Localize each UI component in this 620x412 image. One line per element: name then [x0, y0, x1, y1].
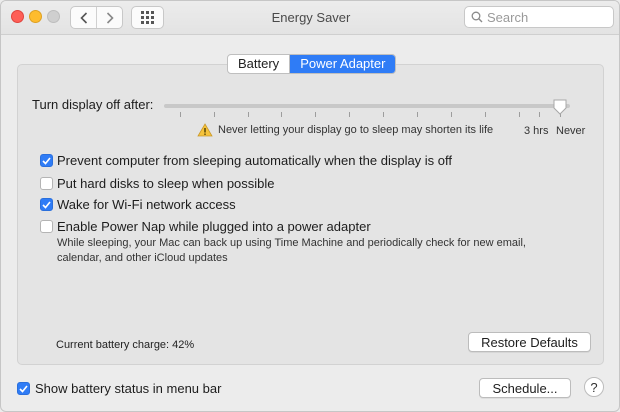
- option-prevent-sleep[interactable]: Prevent computer from sleeping automatic…: [40, 153, 452, 168]
- checkmark-icon: [42, 200, 51, 209]
- tab-power-adapter[interactable]: Power Adapter: [289, 55, 396, 73]
- tick-label-3hrs: 3 hrs: [524, 125, 549, 137]
- display-sleep-slider[interactable]: [164, 104, 570, 108]
- warning-icon: [197, 123, 213, 137]
- checkmark-icon: [42, 156, 51, 165]
- search-field[interactable]: [464, 6, 614, 28]
- checkbox-wake-wifi[interactable]: [40, 198, 53, 211]
- option-wake-wifi[interactable]: Wake for Wi-Fi network access: [40, 197, 236, 212]
- tab-bar: Battery Power Adapter: [227, 54, 397, 74]
- slider-thumb[interactable]: [553, 99, 567, 115]
- help-button[interactable]: ?: [584, 377, 604, 397]
- option-label: Put hard disks to sleep when possible: [57, 176, 275, 191]
- title-bar: Energy Saver: [1, 1, 619, 35]
- sleep-warning: Never letting your display go to sleep m…: [197, 123, 493, 137]
- warning-text: Never letting your display go to sleep m…: [218, 124, 494, 136]
- restore-defaults-button[interactable]: Restore Defaults: [468, 332, 591, 352]
- option-hard-disks[interactable]: Put hard disks to sleep when possible: [40, 176, 275, 191]
- option-label: Wake for Wi-Fi network access: [57, 197, 236, 212]
- power-nap-description: While sleeping, your Mac can back up usi…: [57, 237, 526, 264]
- display-off-label: Turn display off after:: [32, 97, 154, 112]
- schedule-button[interactable]: Schedule...: [479, 378, 571, 398]
- checkmark-icon: [19, 384, 28, 393]
- slider-ticks: [1, 112, 619, 117]
- checkbox-hard-disks[interactable]: [40, 177, 53, 190]
- show-battery-status[interactable]: Show battery status in menu bar: [17, 381, 221, 396]
- tick-label-never: Never: [556, 125, 586, 137]
- option-power-nap[interactable]: Enable Power Nap while plugged into a po…: [40, 219, 371, 234]
- battery-charge-text: Current battery charge: 42%: [56, 339, 195, 351]
- checkbox-prevent-sleep[interactable]: [40, 154, 53, 167]
- option-label: Enable Power Nap while plugged into a po…: [57, 219, 371, 234]
- option-label: Prevent computer from sleeping automatic…: [57, 153, 453, 168]
- energy-saver-window: Energy Saver Battery Power Adapter Turn …: [0, 0, 620, 412]
- checkbox-show-battery[interactable]: [17, 382, 30, 395]
- show-battery-label: Show battery status in menu bar: [35, 381, 222, 396]
- checkbox-power-nap[interactable]: [40, 220, 53, 233]
- tab-battery[interactable]: Battery: [228, 55, 289, 73]
- search-icon: [471, 11, 483, 23]
- search-input[interactable]: [487, 9, 607, 25]
